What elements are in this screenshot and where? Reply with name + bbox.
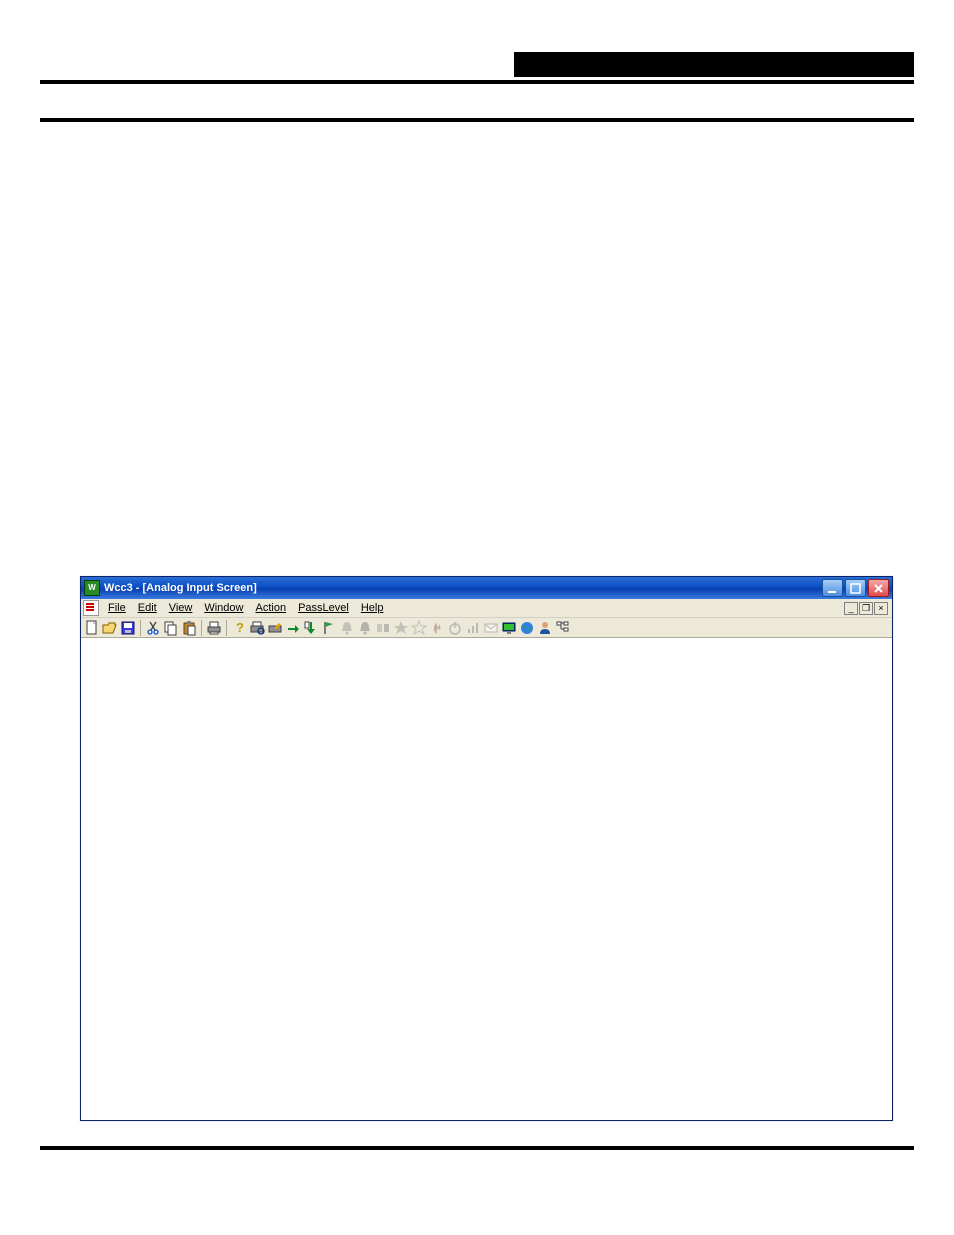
star-icon [393,620,409,636]
flag-button[interactable] [320,619,338,637]
client-area [81,638,892,1120]
arrow-down-button[interactable] [302,619,320,637]
titlebar: W Wcc3 - [Analog Input Screen] [81,577,892,599]
cut-icon [145,620,161,636]
window-title: Wcc3 - [Analog Input Screen] [104,582,257,594]
toolbar-separator [140,620,141,636]
onoff-icon [447,620,463,636]
star-outline-icon [411,620,427,636]
maximize-icon [850,583,861,594]
print-icon [206,620,222,636]
open-button[interactable] [101,619,119,637]
monitor-icon [501,620,517,636]
menu-window[interactable]: Window [198,599,249,617]
globe-button[interactable] [518,619,536,637]
arrow-right-icon [285,620,301,636]
fire-icon [429,620,445,636]
flag-icon [321,620,337,636]
tree-icon [555,620,571,636]
arrow-down-icon [303,620,319,636]
mdi-restore-button[interactable]: ❐ [859,602,873,615]
child-window-icon[interactable] [83,600,99,616]
person-button[interactable] [536,619,554,637]
svg-text:?: ? [236,620,244,635]
tree-button[interactable] [554,619,572,637]
new-icon [84,620,100,636]
help-button[interactable]: ? [230,619,248,637]
print-button[interactable] [205,619,223,637]
new-button[interactable] [83,619,101,637]
chart-icon [465,620,481,636]
toolbar-separator [226,620,227,636]
bell-icon [339,620,355,636]
star-button[interactable] [392,619,410,637]
save-icon [120,620,136,636]
mdi-minimize-button[interactable]: _ [844,602,858,615]
mail-icon [483,620,499,636]
bell-button[interactable] [338,619,356,637]
star-outline-button[interactable] [410,619,428,637]
header-black-block [514,52,914,77]
open-icon [102,620,118,636]
print-setup-button[interactable] [266,619,284,637]
arrow-right-button[interactable] [284,619,302,637]
copy-icon [163,620,179,636]
minimize-icon [827,583,838,594]
toggle-button[interactable] [374,619,392,637]
header-rule-1 [40,80,914,84]
menu-help[interactable]: Help [355,599,390,617]
person-icon [537,620,553,636]
print-setup-icon [267,620,283,636]
toggle-icon [375,620,391,636]
mail-button[interactable] [482,619,500,637]
close-icon [873,583,884,594]
paste-button[interactable] [180,619,198,637]
menu-passlevel[interactable]: PassLevel [292,599,355,617]
copy-button[interactable] [162,619,180,637]
header-rule-2 [40,118,914,122]
save-button[interactable] [119,619,137,637]
help-icon: ? [231,620,247,636]
minimize-button[interactable] [822,579,843,597]
toolbar-separator [201,620,202,636]
menu-action[interactable]: Action [249,599,292,617]
globe-icon [519,620,535,636]
bell-alt-icon [357,620,373,636]
menubar: File Edit View Window Action PassLevel H… [81,599,892,618]
footer-rule [40,1146,914,1150]
fire-button[interactable] [428,619,446,637]
print-preview-button[interactable] [248,619,266,637]
menu-edit[interactable]: Edit [132,599,163,617]
mdi-close-button[interactable]: × [874,602,888,615]
menu-view[interactable]: View [163,599,199,617]
chart-button[interactable] [464,619,482,637]
monitor-button[interactable] [500,619,518,637]
app-window: W Wcc3 - [Analog Input Screen] [80,576,893,1121]
onoff-button[interactable] [446,619,464,637]
app-icon: W [84,580,100,596]
print-preview-icon [249,620,265,636]
close-button[interactable] [868,579,889,597]
bell-alt-button[interactable] [356,619,374,637]
paste-icon [181,620,197,636]
menu-file[interactable]: File [102,599,132,617]
maximize-button[interactable] [845,579,866,597]
toolbar: ? [81,618,892,638]
cut-button[interactable] [144,619,162,637]
